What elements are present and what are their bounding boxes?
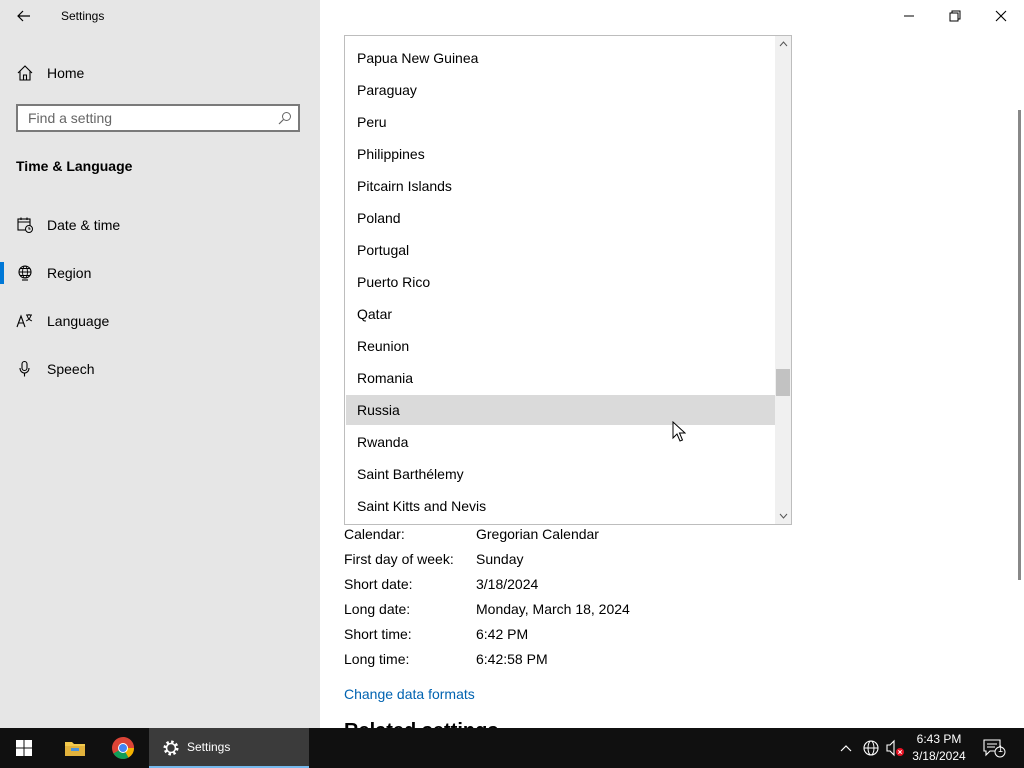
close-button[interactable] bbox=[978, 0, 1024, 32]
sidebar-item-speech[interactable]: Speech bbox=[0, 351, 320, 387]
show-hidden-icons-button[interactable] bbox=[836, 738, 856, 758]
sidebar-item-region[interactable]: Region bbox=[0, 255, 320, 291]
clock-date: 3/18/2024 bbox=[912, 749, 966, 763]
windows-logo-icon bbox=[16, 740, 32, 756]
action-center-button[interactable]: 1 bbox=[982, 738, 1006, 758]
format-value: 3/18/2024 bbox=[476, 576, 539, 592]
taskbar-clock[interactable]: 6:43 PM 3/18/2024 bbox=[906, 731, 972, 765]
sidebar-item-label: Speech bbox=[47, 361, 95, 377]
volume-muted-icon bbox=[886, 739, 904, 757]
format-value: 6:42:58 PM bbox=[476, 651, 548, 667]
search-icon[interactable] bbox=[278, 111, 292, 125]
list-item[interactable]: Peru bbox=[346, 107, 775, 137]
start-button[interactable] bbox=[0, 728, 48, 768]
format-key: First day of week: bbox=[344, 551, 454, 567]
restore-button[interactable] bbox=[932, 0, 978, 32]
minimize-button[interactable] bbox=[886, 0, 932, 32]
chevron-up-icon bbox=[840, 745, 852, 752]
sidebar-item-label: Region bbox=[47, 265, 92, 281]
format-value: 6:42 PM bbox=[476, 626, 529, 642]
format-value: Monday, March 18, 2024 bbox=[476, 601, 630, 617]
globe-icon bbox=[18, 265, 32, 281]
clock-time: 6:43 PM bbox=[916, 732, 962, 746]
country-dropdown-list[interactable]: Papua New Guinea Paraguay Peru Philippin… bbox=[344, 35, 792, 525]
section-title: Time & Language bbox=[16, 158, 133, 174]
language-icon bbox=[16, 314, 33, 328]
volume-button[interactable] bbox=[885, 738, 905, 758]
chevron-up-icon bbox=[779, 41, 787, 47]
restore-icon bbox=[949, 10, 961, 22]
list-item[interactable]: Romania bbox=[346, 363, 775, 393]
back-button[interactable] bbox=[10, 4, 38, 28]
close-icon bbox=[995, 10, 1007, 22]
dropdown-scrollbar[interactable] bbox=[775, 36, 791, 524]
file-explorer-button[interactable] bbox=[52, 728, 98, 768]
format-key: Short date: bbox=[344, 576, 413, 592]
search-input[interactable] bbox=[18, 106, 268, 130]
gear-icon bbox=[163, 740, 179, 756]
minimize-icon bbox=[904, 15, 914, 17]
format-value: Sunday bbox=[476, 551, 524, 567]
scroll-thumb[interactable] bbox=[776, 369, 790, 396]
list-item[interactable]: Poland bbox=[346, 203, 775, 233]
list-item[interactable]: Qatar bbox=[346, 299, 775, 329]
format-value: Gregorian Calendar bbox=[476, 526, 599, 542]
format-key: Long time: bbox=[344, 651, 410, 667]
taskbar-settings-button[interactable]: Settings bbox=[149, 728, 309, 768]
format-key: Long date: bbox=[344, 601, 411, 617]
chevron-down-icon bbox=[779, 513, 787, 519]
nav-home-label: Home bbox=[47, 65, 85, 81]
calendar-clock-icon bbox=[17, 217, 33, 233]
selection-indicator bbox=[0, 262, 4, 284]
list-item[interactable]: Papua New Guinea bbox=[346, 43, 775, 73]
chrome-icon bbox=[112, 737, 134, 759]
list-item-hovered[interactable]: Russia bbox=[346, 395, 775, 425]
change-data-formats-link[interactable]: Change data formats bbox=[344, 686, 475, 702]
taskbar-settings-label: Settings bbox=[187, 740, 231, 754]
list-item[interactable]: Philippines bbox=[346, 139, 775, 169]
network-button[interactable] bbox=[861, 738, 881, 758]
list-item[interactable]: Portugal bbox=[346, 235, 775, 265]
app-title: Settings bbox=[61, 9, 105, 23]
format-key: Short time: bbox=[344, 626, 412, 642]
sidebar: Settings Home Time & Language Date & tim… bbox=[0, 0, 320, 728]
sidebar-item-date-time[interactable]: Date & time bbox=[0, 207, 320, 243]
home-icon bbox=[17, 65, 33, 81]
list-item[interactable]: Rwanda bbox=[346, 427, 775, 457]
network-globe-icon bbox=[863, 740, 879, 756]
back-arrow-icon bbox=[17, 10, 30, 22]
chrome-button[interactable] bbox=[100, 728, 146, 768]
folder-icon bbox=[65, 742, 85, 756]
list-item[interactable]: Pitcairn Islands bbox=[346, 171, 775, 201]
scroll-up-button[interactable] bbox=[775, 36, 791, 52]
mouse-cursor-icon bbox=[672, 421, 686, 442]
search-box[interactable] bbox=[16, 104, 300, 132]
format-key: Calendar: bbox=[344, 526, 405, 542]
list-item[interactable]: Saint Barthélemy bbox=[346, 459, 775, 489]
page-scrollbar[interactable] bbox=[1018, 110, 1021, 580]
list-item[interactable]: Reunion bbox=[346, 331, 775, 361]
sidebar-item-label: Date & time bbox=[47, 217, 121, 233]
list-item[interactable]: Paraguay bbox=[346, 75, 775, 105]
list-item[interactable]: Saint Kitts and Nevis bbox=[346, 491, 775, 521]
list-item[interactable]: Puerto Rico bbox=[346, 267, 775, 297]
taskbar: Settings 6:43 PM 3/18/2024 1 bbox=[0, 728, 1024, 768]
microphone-icon bbox=[19, 360, 30, 377]
scroll-down-button[interactable] bbox=[775, 508, 791, 524]
nav-home[interactable]: Home bbox=[0, 58, 320, 88]
sidebar-item-label: Language bbox=[47, 313, 110, 329]
sidebar-item-language[interactable]: Language bbox=[0, 303, 320, 339]
notification-count: 1 bbox=[997, 744, 1003, 754]
